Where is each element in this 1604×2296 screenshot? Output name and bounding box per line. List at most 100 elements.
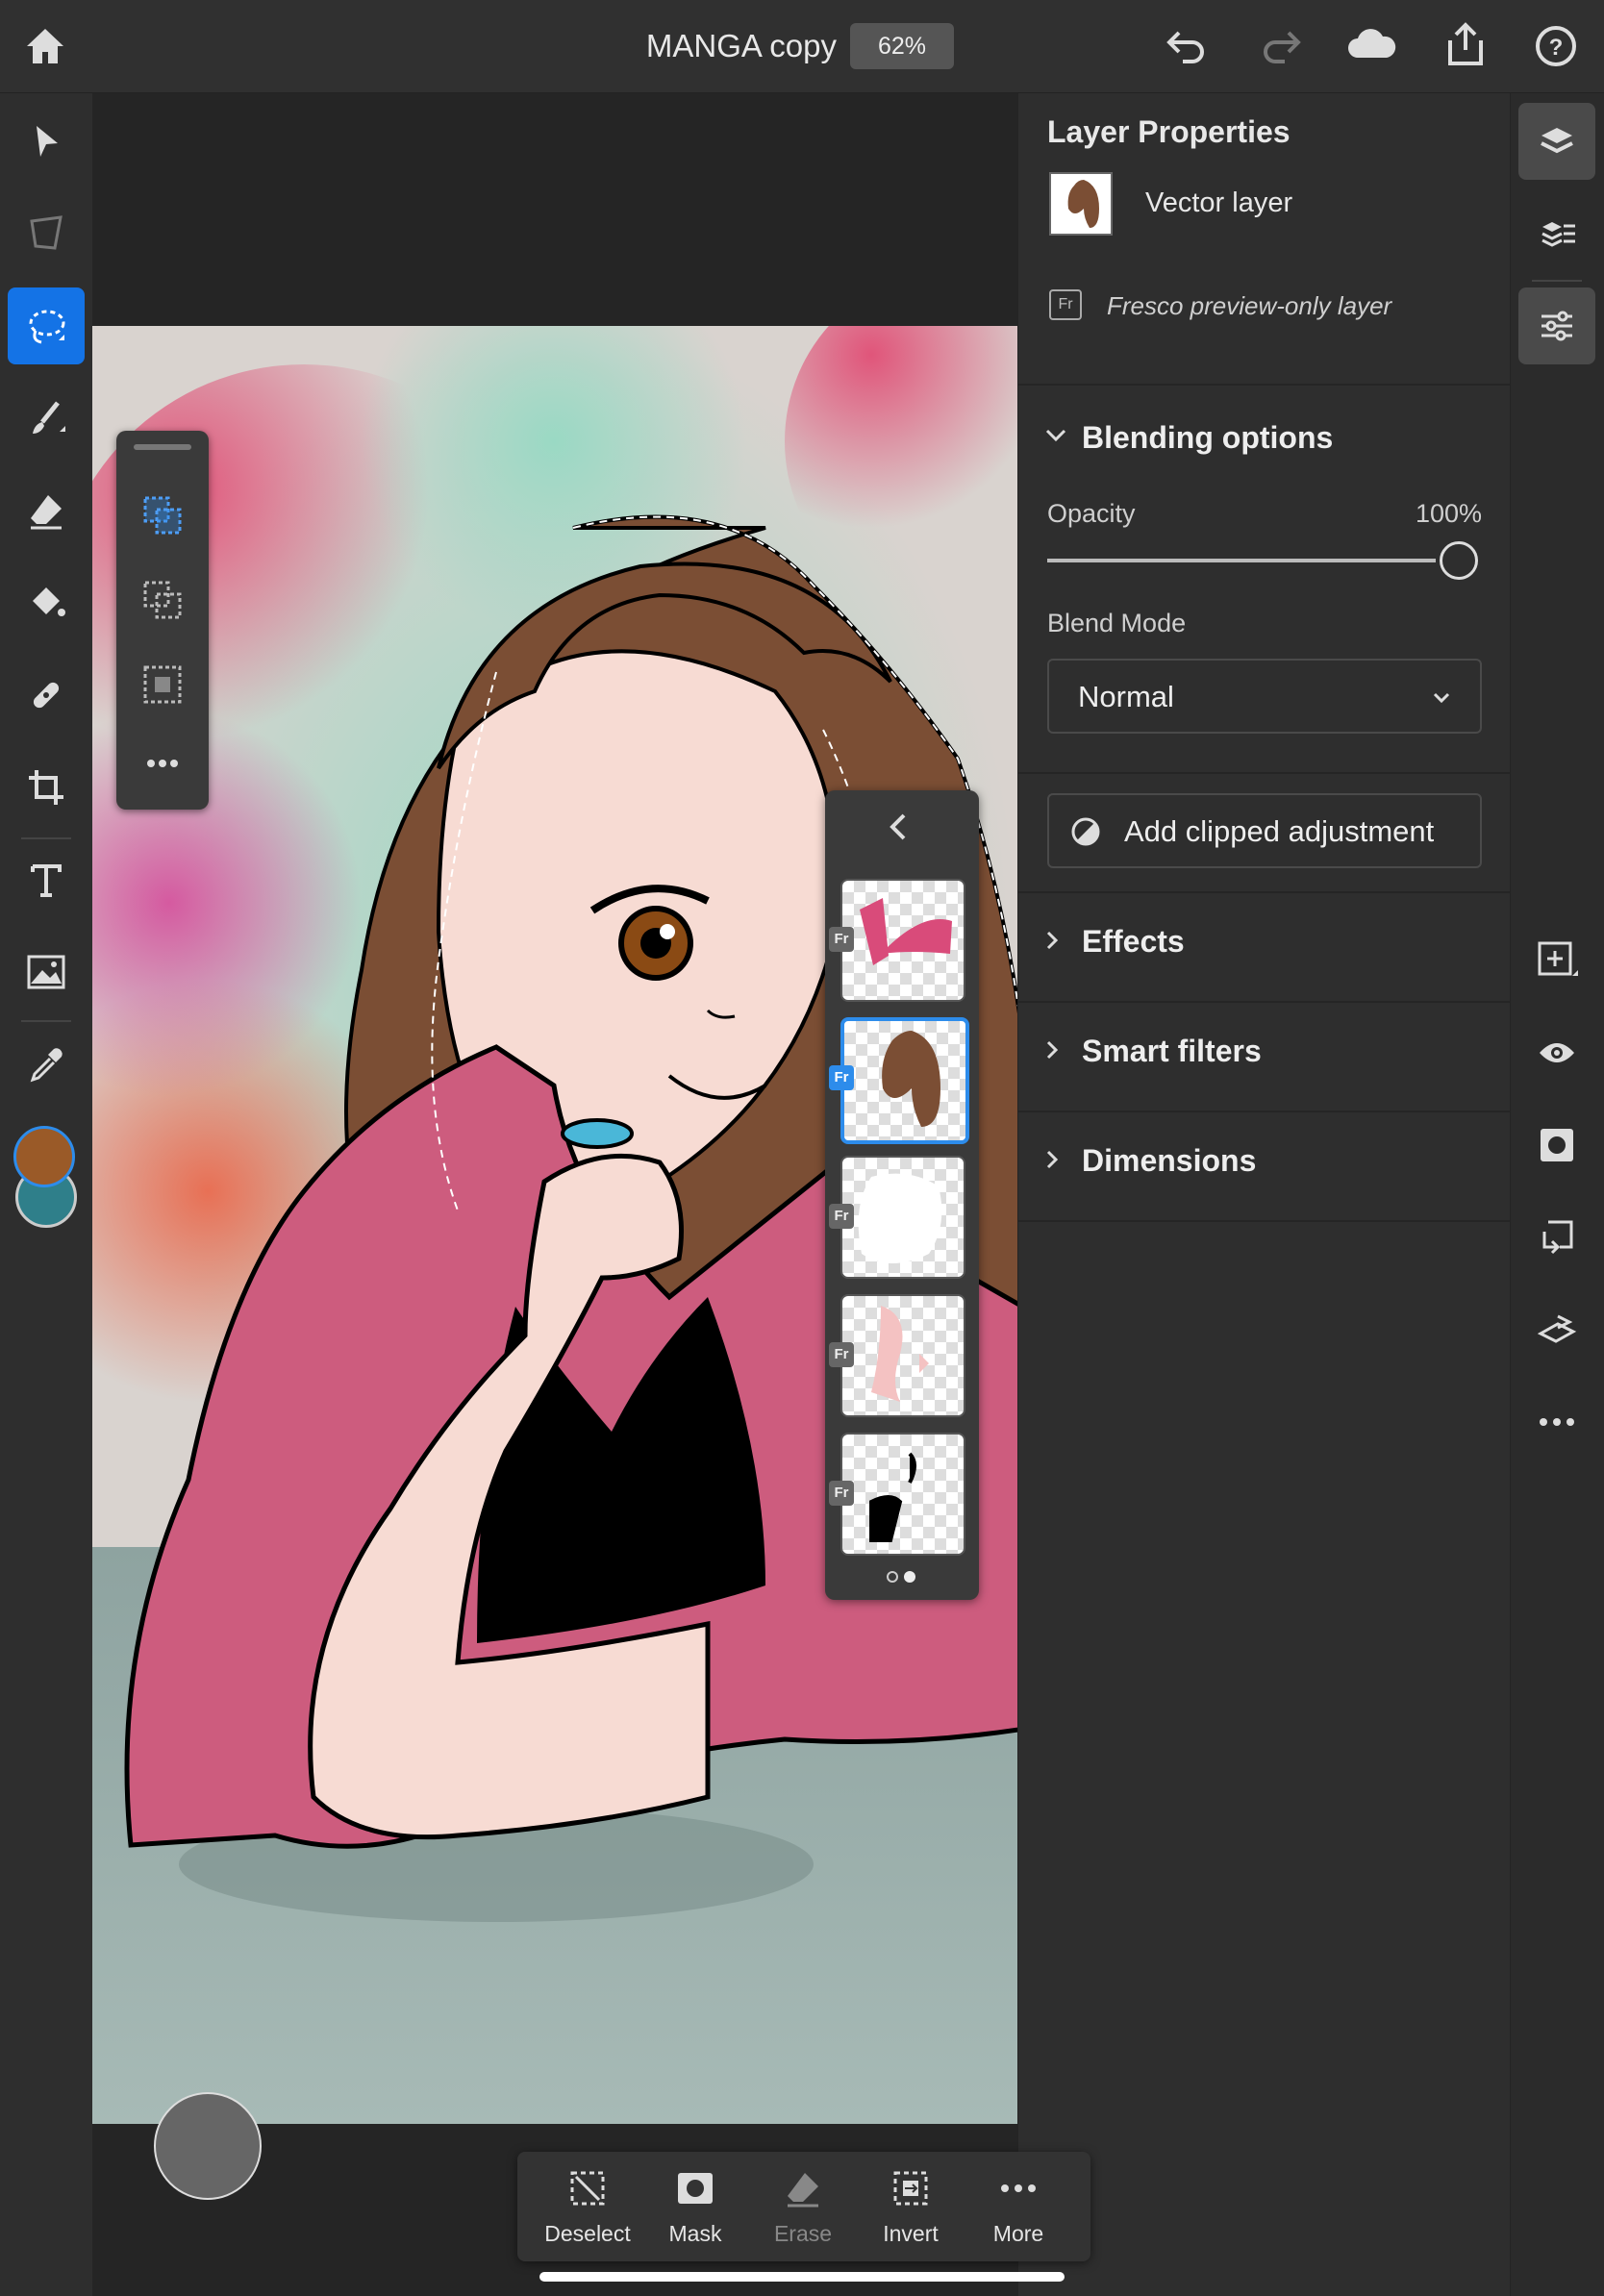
chevron-right-icon — [1046, 1150, 1059, 1169]
undo-icon[interactable] — [1165, 27, 1208, 65]
mask-icon — [678, 2173, 713, 2204]
palette-drag-handle[interactable] — [134, 444, 191, 450]
deselect-button[interactable]: Deselect — [535, 2152, 640, 2261]
zoom-level[interactable]: 62% — [850, 23, 954, 69]
more-button[interactable]: More — [965, 2152, 1071, 2261]
top-bar: MANGA copy 62% ? — [0, 0, 1604, 93]
add-clipped-adjustment-button[interactable]: Add clipped adjustment — [1047, 793, 1482, 868]
more-icon — [1001, 2184, 1036, 2192]
foreground-color-swatch[interactable] — [13, 1126, 75, 1187]
dimensions-section[interactable]: Dimensions — [1018, 1111, 1511, 1218]
left-toolbar — [0, 93, 92, 2296]
preview-only-note: Fresco preview-only layer — [1107, 291, 1392, 320]
layer-thumbnail[interactable] — [840, 1156, 965, 1279]
layer-mask-icon[interactable] — [1518, 1107, 1595, 1184]
erase-icon — [788, 2173, 818, 2208]
mask-label: Mask — [668, 2221, 722, 2246]
touch-shortcut-button[interactable] — [154, 2092, 262, 2200]
layers-thumbnail-strip: Fr Fr Fr Fr Fr — [825, 790, 979, 1600]
home-indicator[interactable] — [539, 2272, 1065, 2282]
opacity-slider[interactable] — [1047, 539, 1484, 582]
layer-properties-panel: Layer Properties Vector layer Fr Fresco … — [1017, 93, 1511, 2296]
invert-button[interactable]: Invert — [858, 2152, 964, 2261]
select-arrow-tool[interactable] — [8, 103, 85, 180]
erase-label: Erase — [773, 2221, 833, 2246]
layers-icon[interactable] — [1518, 103, 1595, 180]
document-title[interactable]: MANGA copy — [596, 21, 837, 71]
blend-mode-dropdown[interactable]: Normal — [1047, 659, 1482, 734]
deselect-icon — [570, 2171, 605, 2206]
collapse-chevron-icon[interactable] — [887, 811, 910, 842]
crop-tool[interactable] — [8, 749, 85, 826]
opacity-slider-track — [1047, 559, 1436, 562]
paint-bucket-tool[interactable] — [8, 564, 85, 641]
effects-label: Effects — [1082, 924, 1185, 959]
layer-thumbnail-selected[interactable] — [840, 1017, 969, 1144]
chevron-right-icon — [1046, 1040, 1059, 1060]
merge-layers-icon[interactable] — [1518, 1291, 1595, 1368]
share-icon[interactable] — [1444, 21, 1487, 67]
panel-title: Layer Properties — [1047, 114, 1291, 149]
page-dot[interactable] — [887, 1571, 898, 1583]
erase-button[interactable]: Erase — [750, 2152, 856, 2261]
healing-tool[interactable] — [8, 657, 85, 734]
effects-section[interactable]: Effects — [1018, 891, 1511, 999]
smart-filters-label: Smart filters — [1082, 1034, 1262, 1068]
dimensions-label: Dimensions — [1082, 1143, 1257, 1178]
intersect-selection-icon[interactable] — [130, 652, 195, 717]
layer-thumbnail[interactable] — [840, 1433, 965, 1556]
layer-properties-icon[interactable] — [1518, 287, 1595, 364]
brush-tool[interactable] — [8, 380, 85, 457]
layer-preview-thumbnail — [1049, 172, 1113, 236]
more-label: More — [992, 2221, 1044, 2246]
blend-mode-value: Normal — [1078, 680, 1174, 713]
visibility-eye-icon[interactable] — [1518, 1014, 1595, 1091]
mask-button[interactable]: Mask — [642, 2152, 748, 2261]
image-tool[interactable] — [8, 934, 85, 1011]
opacity-slider-thumb[interactable] — [1440, 541, 1478, 580]
invert-label: Invert — [883, 2221, 939, 2246]
eyedropper-tool[interactable] — [8, 1026, 85, 1103]
eraser-tool[interactable] — [8, 472, 85, 549]
fresco-layer-badge: Fr — [829, 927, 854, 952]
chevron-down-icon — [1433, 692, 1450, 704]
svg-text:?: ? — [1549, 35, 1564, 61]
page-dot-active[interactable] — [904, 1571, 915, 1583]
add-to-selection-icon[interactable] — [130, 483, 195, 548]
transform-tool[interactable] — [8, 195, 85, 272]
cloud-icon[interactable] — [1346, 27, 1396, 62]
chevron-right-icon — [1046, 931, 1059, 950]
redo-icon[interactable] — [1260, 27, 1302, 65]
fresco-layer-badge: Fr — [829, 1065, 854, 1090]
blending-options-label: Blending options — [1082, 420, 1334, 455]
clipping-mask-icon[interactable] — [1518, 1199, 1595, 1276]
lasso-tool[interactable] — [8, 287, 85, 364]
fresco-layer-badge: Fr — [829, 1481, 854, 1506]
smart-filters-section[interactable]: Smart filters — [1018, 1001, 1511, 1109]
layer-thumbnail[interactable] — [840, 879, 965, 1002]
subtract-from-selection-icon[interactable] — [130, 567, 195, 633]
layer-thumbnail[interactable] — [840, 1294, 965, 1417]
home-icon[interactable] — [23, 25, 67, 67]
canvas-area[interactable]: Fr Fr Fr Fr Fr — [92, 93, 1017, 2296]
selection-action-bar: Deselect Mask Erase Invert More — [517, 2152, 1090, 2261]
fresco-icon: Fr — [1049, 289, 1082, 320]
fresco-layer-badge: Fr — [829, 1342, 854, 1367]
add-layer-icon[interactable] — [1518, 922, 1595, 999]
add-clipped-adjustment-label: Add clipped adjustment — [1124, 814, 1435, 848]
opacity-label: Opacity — [1047, 499, 1136, 528]
selection-mode-palette — [116, 431, 209, 810]
layer-type-label: Vector layer — [1145, 187, 1293, 218]
fresco-layer-badge: Fr — [829, 1204, 854, 1229]
layer-list-icon[interactable] — [1518, 195, 1595, 272]
adjustment-icon — [1071, 817, 1100, 846]
help-icon[interactable]: ? — [1535, 25, 1577, 67]
right-rail — [1510, 93, 1604, 2296]
deselect-label: Deselect — [544, 2221, 631, 2246]
blend-mode-label: Blend Mode — [1047, 609, 1187, 637]
blending-options-header[interactable]: Blending options — [1018, 411, 1511, 468]
type-tool[interactable] — [8, 841, 85, 918]
more-options-icon[interactable] — [130, 731, 195, 796]
more-actions-icon[interactable] — [1518, 1384, 1595, 1460]
opacity-value: 100% — [1415, 499, 1482, 528]
